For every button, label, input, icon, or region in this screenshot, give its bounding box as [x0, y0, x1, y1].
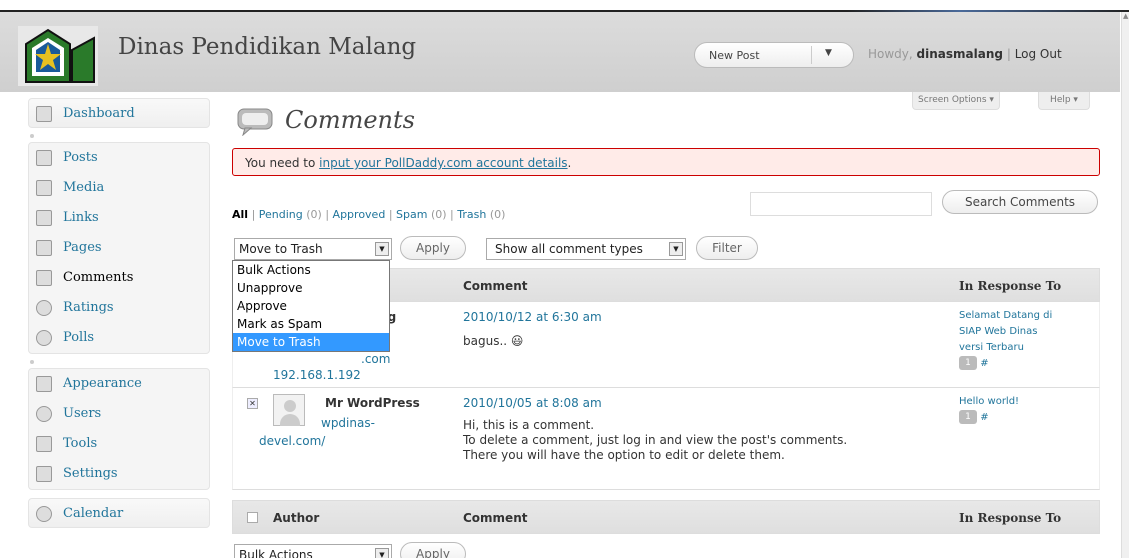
row-checkbox[interactable]: ✕ — [247, 398, 258, 409]
comment-author: Mr WordPress — [325, 396, 420, 410]
sidebar-item-media[interactable]: Media — [29, 173, 209, 203]
apply-button[interactable]: Apply — [400, 236, 466, 260]
calendar-icon — [36, 506, 52, 522]
browser-top-edge — [0, 0, 1129, 12]
sidebar-item-posts[interactable]: Posts — [29, 143, 209, 173]
sidebar-item-pages[interactable]: Pages — [29, 233, 209, 263]
sidebar-item-links[interactable]: Links — [29, 203, 209, 233]
in-response-to: Hello world! 1 # — [959, 394, 1019, 426]
username-link[interactable]: dinasmalang — [917, 47, 1003, 61]
scrollbar[interactable]: ▲ — [1121, 12, 1129, 558]
comment-status-filters: All | Pending (0) | Approved | Spam (0) … — [232, 208, 506, 221]
author-ip-link[interactable]: 192.168.1.192 — [273, 368, 361, 382]
dropdown-option[interactable]: Bulk Actions — [233, 261, 389, 279]
bulk-actions-select[interactable]: Move to Trash ▼ — [234, 238, 392, 260]
users-icon — [36, 406, 52, 422]
in-response-to: Selamat Datang di SIAP Web Dinas versi T… — [959, 308, 1053, 370]
links-icon — [36, 210, 52, 226]
sidebar-item-tools[interactable]: Tools — [29, 429, 209, 459]
sidebar-item-appearance[interactable]: Appearance — [29, 369, 209, 399]
search-comments-input[interactable] — [750, 192, 932, 216]
comments-icon — [36, 270, 52, 286]
author-url-link[interactable]: wpdinas- — [321, 416, 375, 430]
new-post-dropdown[interactable]: New Post ▼ — [694, 42, 854, 68]
apply-button-bottom[interactable]: Apply — [400, 542, 466, 558]
chevron-down-icon[interactable]: ▼ — [669, 242, 683, 256]
polldaddy-notice: You need to input your PollDaddy.com acc… — [232, 148, 1100, 176]
permalink-hash[interactable]: # — [980, 358, 988, 369]
chevron-down-icon[interactable]: ▼ — [825, 48, 832, 58]
filter-pending[interactable]: Pending — [259, 208, 303, 221]
polldaddy-account-link[interactable]: input your PollDaddy.com account details — [319, 156, 567, 170]
sidebar-item-dashboard[interactable]: Dashboard — [28, 98, 210, 128]
ratings-icon — [36, 300, 52, 316]
filter-trash[interactable]: Trash — [457, 208, 486, 221]
filter-all[interactable]: All — [232, 208, 248, 221]
site-logo-icon[interactable] — [18, 26, 98, 86]
avatar — [273, 394, 305, 426]
posts-icon — [36, 150, 52, 166]
comment-type-select[interactable]: Show all comment types ▼ — [486, 238, 686, 260]
sidebar-item-comments[interactable]: Comments — [29, 263, 209, 293]
permalink-hash[interactable]: # — [980, 412, 988, 423]
response-post-link[interactable]: Selamat Datang di — [959, 308, 1052, 324]
table-row: ✕ Mr WordPress wpdinas- devel.com/ 2010/… — [232, 388, 1100, 490]
bulk-actions-dropdown-list[interactable]: Bulk Actions Unapprove Approve Mark as S… — [232, 260, 390, 352]
comment-date-link[interactable]: 2010/10/12 at 6:30 am — [463, 310, 602, 324]
filter-approved[interactable]: Approved — [333, 208, 386, 221]
appearance-icon — [36, 376, 52, 392]
dropdown-option-selected[interactable]: Move to Trash — [233, 333, 389, 351]
logout-link[interactable]: Log Out — [1015, 47, 1062, 61]
sidebar-item-polls[interactable]: Polls — [29, 323, 209, 353]
comment-text: bagus.. 😃 — [463, 334, 524, 348]
sidebar-item-calendar[interactable]: Calendar — [28, 498, 210, 528]
dropdown-option[interactable]: Mark as Spam — [233, 315, 389, 333]
page-title: Comments — [285, 106, 415, 134]
polls-icon — [36, 330, 52, 346]
dashboard-icon — [36, 106, 52, 122]
bulk-actions-select-bottom[interactable]: Bulk Actions ▼ — [234, 544, 392, 558]
new-post-label[interactable]: New Post — [709, 49, 760, 62]
admin-sidebar: Dashboard Posts Media Links Pages Commen… — [28, 98, 210, 530]
comment-text: Hi, this is a comment. To delete a comme… — [463, 418, 848, 462]
admin-header: Dinas Pendidikan Malang New Post ▼ Howdy… — [0, 12, 1120, 92]
response-post-link[interactable]: Hello world! — [959, 394, 1019, 410]
settings-icon — [36, 466, 52, 482]
comments-page-icon — [237, 108, 273, 136]
chevron-down-icon[interactable]: ▼ — [375, 548, 389, 558]
filter-spam[interactable]: Spam — [396, 208, 427, 221]
search-comments-button[interactable]: Search Comments — [942, 190, 1098, 214]
pages-icon — [36, 240, 52, 256]
screen-options-button[interactable]: Screen Options ▾ — [912, 92, 1000, 110]
site-title[interactable]: Dinas Pendidikan Malang — [118, 34, 416, 60]
sidebar-item-users[interactable]: Users — [29, 399, 209, 429]
sidebar-item-ratings[interactable]: Ratings — [29, 293, 209, 323]
dropdown-option[interactable]: Approve — [233, 297, 389, 315]
select-all-checkbox-footer[interactable] — [247, 512, 258, 523]
dropdown-option[interactable]: Unapprove — [233, 279, 389, 297]
tools-icon — [36, 436, 52, 452]
sidebar-item-settings[interactable]: Settings — [29, 459, 209, 489]
table-footer: Author Comment In Response To — [232, 500, 1100, 534]
comment-count-icon[interactable]: 1 — [959, 410, 977, 424]
filter-button[interactable]: Filter — [696, 236, 758, 260]
comment-date-link[interactable]: 2010/10/05 at 8:08 am — [463, 396, 602, 410]
author-email-link[interactable]: .com — [361, 352, 390, 366]
media-icon — [36, 180, 52, 196]
help-button[interactable]: Help ▾ — [1038, 92, 1090, 110]
chevron-down-icon[interactable]: ▼ — [375, 242, 389, 256]
comment-count-icon[interactable]: 1 — [959, 356, 977, 370]
user-greeting: Howdy, dinasmalang | Log Out — [868, 47, 1062, 61]
